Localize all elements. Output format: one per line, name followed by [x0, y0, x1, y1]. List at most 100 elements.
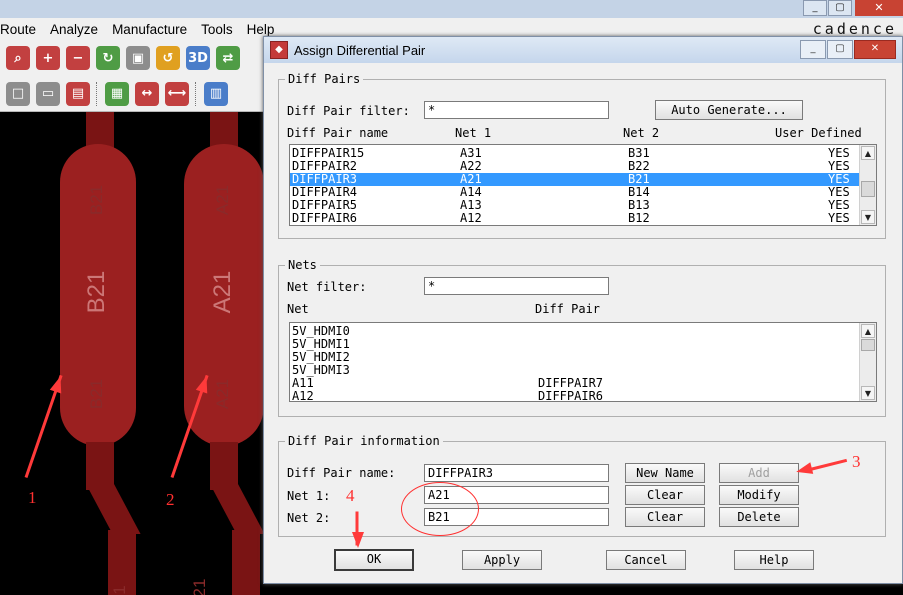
diff-pair-info-group: Diff Pair information Diff Pair name: DI…	[278, 434, 886, 537]
toolbar-separator	[195, 81, 198, 106]
minimize-icon[interactable]: _	[803, 0, 827, 16]
dialog-window-controls: _ ▢ ✕	[799, 40, 896, 59]
app-window-controls: _ ▢	[803, 0, 853, 16]
annotation-number: 4	[346, 486, 355, 505]
list-item[interactable]: DIFFPAIR2 A22 B22 YES	[290, 160, 876, 173]
annotation-arrowhead	[352, 532, 364, 548]
annotation-number: 2	[166, 490, 175, 509]
clear-net2-button[interactable]: Clear	[625, 507, 705, 527]
zoom-out-icon[interactable]: −	[66, 46, 90, 70]
placement-icon[interactable]: ▦	[105, 81, 129, 106]
nets-list[interactable]: 5V_HDMI0 5V_HDMI1 5V_HDMI2 5V_HDMI3 A11	[289, 322, 877, 402]
net-filter-input[interactable]: *	[424, 277, 609, 295]
view-3d-icon[interactable]: 3D	[186, 46, 210, 70]
diff-pairs-list[interactable]: DIFFPAIR15 A31 B31 YES DIFFPAIR2 A22 B22…	[289, 144, 877, 226]
diff-pairs-scrollbar[interactable]: ▲ ▼	[859, 145, 876, 225]
trace-segment	[86, 442, 114, 490]
nets-group: Nets Net filter: * Net Diff Pair 5V_HDMI…	[278, 258, 886, 417]
odb-export-icon[interactable]: ▥	[204, 81, 228, 106]
diff-pair-name-input[interactable]: DIFFPAIR3	[424, 464, 609, 482]
cell-name: DIFFPAIR6	[292, 211, 358, 225]
diff-pair-filter-input[interactable]: *	[424, 101, 609, 119]
modify-button[interactable]: Modify	[719, 485, 799, 505]
dialog-title-bar[interactable]: ◆ Assign Differential Pair _ ▢ ✕	[264, 37, 902, 63]
measure-icon[interactable]: ⟷	[165, 81, 189, 106]
zoom-fit-icon[interactable]: ▣	[126, 46, 150, 70]
zoom-previous-icon[interactable]: ↺	[156, 46, 180, 70]
scroll-down-icon[interactable]: ▼	[861, 386, 875, 400]
list-item[interactable]: DIFFPAIR4 A14 B14 YES	[290, 186, 876, 199]
scroll-thumb[interactable]	[861, 181, 875, 197]
maximize-icon[interactable]: ▢	[828, 0, 852, 16]
cell-diff-pair: DIFFPAIR6	[538, 389, 604, 402]
list-item-selected[interactable]: DIFFPAIR3 A21 B21 YES	[290, 173, 859, 186]
assign-diff-pair-dialog: ◆ Assign Differential Pair _ ▢ ✕ Diff Pa…	[263, 36, 903, 584]
menu-tools[interactable]: Tools	[201, 22, 239, 37]
pad-label: B21	[83, 270, 110, 314]
scroll-thumb[interactable]	[861, 339, 875, 351]
maximize-icon[interactable]: ▢	[827, 40, 853, 59]
list-item[interactable]: DIFFPAIR15 A31 B31 YES	[290, 147, 876, 160]
add-button[interactable]: Add	[719, 463, 799, 483]
annotation-number: 1	[28, 488, 37, 507]
scroll-up-icon[interactable]: ▲	[861, 146, 875, 160]
menu-manufacture[interactable]: Manufacture	[112, 22, 193, 37]
clear-net1-button[interactable]: Clear	[625, 485, 705, 505]
trace-segment	[210, 484, 265, 534]
close-icon[interactable]: ✕	[855, 0, 903, 16]
minimize-icon[interactable]: _	[800, 40, 826, 59]
annotation-number: 3	[852, 452, 861, 471]
cell-net: A12	[292, 389, 314, 402]
flip-board-icon[interactable]: ⇄	[216, 46, 240, 70]
list-item[interactable]: DIFFPAIR5 A13 B13 YES	[290, 199, 876, 212]
rectangle-icon[interactable]: ▭	[36, 81, 60, 106]
trace-segment	[86, 112, 114, 148]
trace-segment	[86, 484, 141, 534]
pcb-canvas[interactable]: B21 B21 B21 1 A21 A21 A21 21 1 2	[0, 112, 265, 595]
annotation-circle	[401, 482, 479, 536]
pad-label-bottom: 1	[110, 585, 129, 595]
zoom-points-icon[interactable]: ⌕	[6, 46, 30, 70]
list-item[interactable]: 5V_HDMI0	[290, 325, 876, 338]
zoom-in-icon[interactable]: +	[36, 46, 60, 70]
ok-button[interactable]: OK	[334, 549, 414, 571]
column-header-diff-pair: Diff Pair	[535, 302, 601, 316]
shape-icon[interactable]: □	[6, 81, 30, 106]
menu-help[interactable]: Help	[247, 22, 281, 37]
new-name-button[interactable]: New Name	[625, 463, 705, 483]
cancel-button[interactable]: Cancel	[606, 550, 686, 570]
component-icon[interactable]: ▤	[66, 81, 90, 106]
menu-route[interactable]: Route	[0, 22, 42, 37]
diff-pair-name-label: Diff Pair name:	[287, 466, 396, 480]
help-button[interactable]: Help	[734, 550, 814, 570]
group-title: Diff Pair information	[285, 434, 443, 448]
trace-segment	[210, 442, 238, 490]
list-item[interactable]: A12 DIFFPAIR6	[290, 390, 876, 402]
column-header-user-defined: User Defined	[775, 126, 862, 140]
zoom-world-icon[interactable]: ↻	[96, 46, 120, 70]
group-title: Nets	[285, 258, 320, 272]
net1-label: Net 1:	[287, 489, 331, 503]
auto-generate-button[interactable]: Auto Generate...	[655, 100, 803, 120]
dimension-icon[interactable]: ↔	[135, 81, 159, 106]
diff-pairs-group: Diff Pairs Diff Pair filter: * Auto Gene…	[278, 72, 886, 239]
column-header-diff-pair-name: Diff Pair name	[287, 126, 389, 140]
list-item[interactable]: 5V_HDMI1	[290, 338, 876, 351]
column-header-net1: Net 1	[455, 126, 492, 140]
dialog-title: Assign Differential Pair	[294, 42, 426, 58]
trace-segment	[210, 112, 238, 148]
pad-label-secondary: A21	[213, 184, 232, 216]
list-item[interactable]: 5V_HDMI2	[290, 351, 876, 364]
nets-scrollbar[interactable]: ▲ ▼	[859, 323, 876, 401]
dialog-app-icon: ◆	[270, 41, 288, 59]
list-item[interactable]: DIFFPAIR6 A12 B12 YES	[290, 212, 876, 225]
scroll-up-icon[interactable]: ▲	[861, 324, 875, 338]
close-icon[interactable]: ✕	[854, 40, 896, 59]
menu-analyze[interactable]: Analyze	[50, 22, 104, 37]
scroll-down-icon[interactable]: ▼	[861, 210, 875, 224]
pad-label-secondary: B21	[87, 378, 106, 410]
delete-button[interactable]: Delete	[719, 507, 799, 527]
apply-button[interactable]: Apply	[462, 550, 542, 570]
cell-net1: A12	[460, 211, 482, 225]
cell-user-defined: YES	[828, 211, 850, 225]
